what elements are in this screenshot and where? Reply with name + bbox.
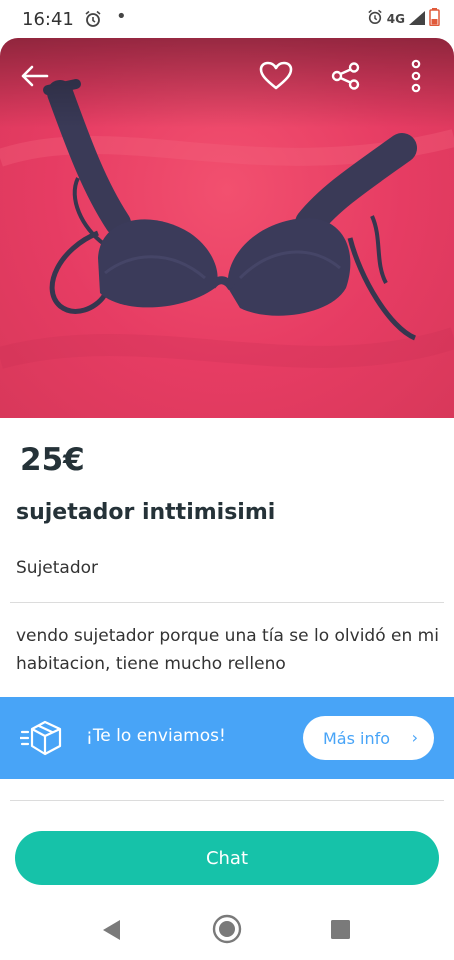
alarm-icon <box>84 10 102 32</box>
share-button[interactable] <box>326 56 366 96</box>
box-delivery-icon <box>18 718 64 762</box>
battery-icon <box>429 8 440 30</box>
more-info-button[interactable]: Más info › <box>303 716 434 760</box>
system-nav-bar <box>0 900 454 960</box>
more-options-button[interactable] <box>396 56 436 96</box>
back-button[interactable] <box>14 56 54 96</box>
status-indicators: 4G <box>367 8 440 30</box>
chat-button[interactable]: Chat <box>15 831 439 885</box>
status-time: 16:41 <box>22 9 74 30</box>
photo-shade <box>0 38 454 128</box>
more-vertical-icon <box>411 59 421 93</box>
signal-icon <box>409 10 425 29</box>
shipping-text: ¡Te lo enviamos! <box>86 726 226 746</box>
back-arrow-icon <box>21 65 49 87</box>
nav-back-icon[interactable] <box>102 919 122 945</box>
network-type: 4G <box>386 12 405 26</box>
product-photo[interactable] <box>0 38 454 418</box>
nav-recents-icon[interactable] <box>331 920 350 943</box>
chevron-right-icon: › <box>411 728 418 747</box>
notification-dot: • <box>116 6 127 27</box>
status-bar: 16:41 • 4G <box>0 0 454 38</box>
item-description: vendo sujetador porque una tía se lo olv… <box>16 626 439 674</box>
divider <box>10 800 444 801</box>
item-price: 25€ <box>20 442 85 478</box>
item-category: Sujetador <box>16 558 99 578</box>
favorite-button[interactable] <box>256 56 296 96</box>
alarm-icon <box>367 9 383 29</box>
share-icon <box>331 62 360 90</box>
nav-home-icon[interactable] <box>212 914 242 948</box>
chat-label: Chat <box>205 847 249 869</box>
more-info-label: Más info <box>323 728 391 748</box>
divider <box>10 602 444 603</box>
item-title: sujetador inttimisimi <box>16 500 276 525</box>
heart-icon <box>259 61 293 90</box>
